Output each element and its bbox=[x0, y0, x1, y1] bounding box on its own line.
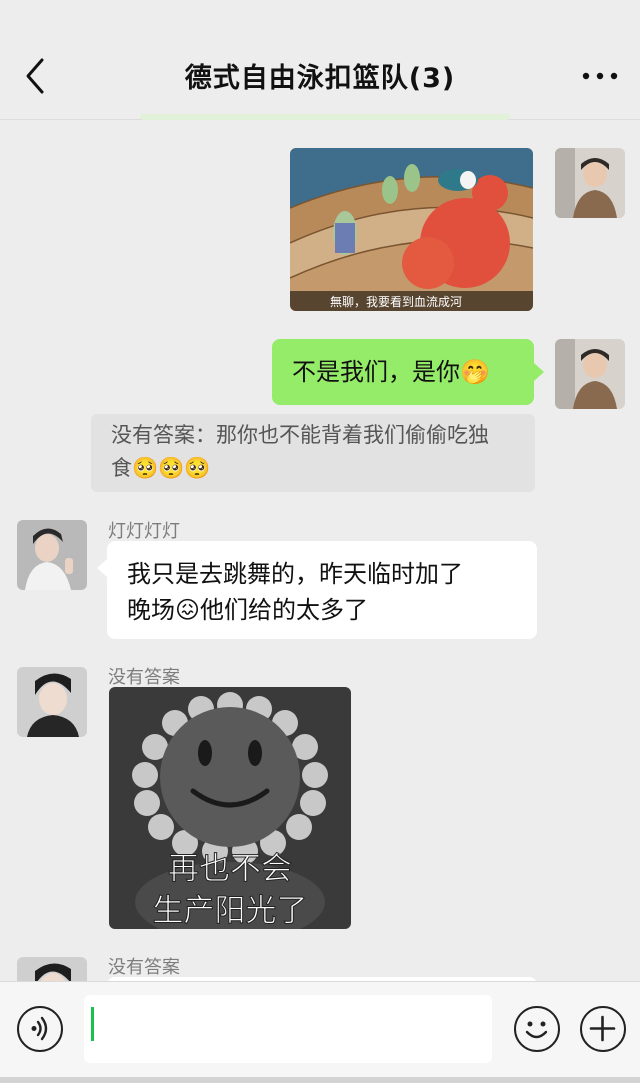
avatar-self[interactable] bbox=[555, 148, 625, 218]
message-line: 我只是去跳舞的，昨天临时加了 bbox=[127, 560, 463, 588]
text-message[interactable]: 我只是去跳舞的，昨天临时加了 晚场😖他们给的太多了 bbox=[107, 541, 537, 639]
more-icon bbox=[582, 72, 618, 80]
message-list[interactable]: 無聊，我要看到血流成河 不是我们，是你🤭 没有答案：那你也不能背着我们偷偷吃独 … bbox=[0, 121, 640, 981]
message-line: 晚场😖他们给的太多了 bbox=[127, 596, 369, 624]
sender-name: 灯灯灯灯 bbox=[108, 521, 180, 542]
plus-icon bbox=[589, 1015, 616, 1042]
image-message[interactable]: 無聊，我要看到血流成河 bbox=[290, 148, 533, 311]
quoted-message[interactable]: 没有答案：那你也不能背着我们偷偷吃独 食🥺🥺🥺 bbox=[91, 414, 535, 492]
voice-button[interactable] bbox=[17, 1006, 63, 1052]
avatar-meiyoudaan[interactable] bbox=[17, 957, 87, 981]
avatar-self[interactable] bbox=[555, 339, 625, 409]
back-button[interactable] bbox=[18, 56, 54, 96]
text-caret bbox=[91, 1007, 94, 1041]
image-caption: 無聊，我要看到血流成河 bbox=[330, 294, 462, 309]
sticker-text: 生产阳光了 bbox=[153, 893, 308, 929]
input-bar bbox=[0, 981, 640, 1083]
sender-name: 没有答案 bbox=[108, 957, 180, 978]
text-message[interactable]: 不是我们，是你🤭 bbox=[272, 339, 534, 405]
chat-header: 德式自由泳扣篮队(3) bbox=[0, 0, 640, 120]
back-icon bbox=[26, 58, 44, 94]
message-input[interactable] bbox=[84, 995, 492, 1063]
bubble-tail bbox=[97, 559, 107, 577]
header-highlight bbox=[140, 114, 510, 120]
more-functions-button[interactable] bbox=[580, 1006, 626, 1052]
chat-title: 德式自由泳扣篮队(3) bbox=[184, 63, 456, 94]
quote-line: 食🥺🥺🥺 bbox=[111, 456, 211, 480]
voice-icon bbox=[31, 1016, 48, 1041]
more-button[interactable] bbox=[580, 64, 620, 88]
sender-name: 没有答案 bbox=[108, 667, 180, 688]
message-text: 不是我们，是你🤭 bbox=[292, 358, 490, 386]
sticker-message[interactable]: 再也不会 生产阳光了 bbox=[109, 687, 351, 929]
quote-line: 没有答案：那你也不能背着我们偷偷吃独 bbox=[111, 423, 489, 447]
sticker-text: 再也不会 bbox=[168, 851, 292, 887]
emoji-icon bbox=[525, 1021, 548, 1039]
emoji-button[interactable] bbox=[514, 1006, 560, 1052]
sunflower-sticker: 再也不会 生产阳光了 bbox=[109, 687, 351, 929]
avatar-dengdeng[interactable] bbox=[17, 520, 87, 590]
avatar-meiyoudaan[interactable] bbox=[17, 667, 87, 737]
bubble-tail bbox=[534, 363, 544, 381]
cartoon-image: 無聊，我要看到血流成河 bbox=[290, 148, 533, 311]
home-indicator bbox=[0, 1077, 640, 1083]
